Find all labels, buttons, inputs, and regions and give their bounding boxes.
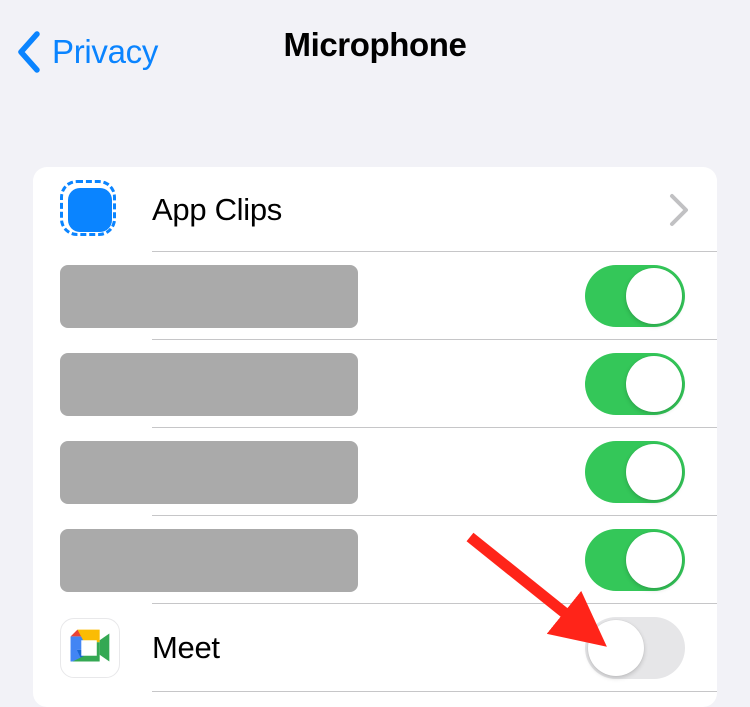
list-item-redacted-1[interactable] xyxy=(33,252,717,340)
toggle-knob xyxy=(626,532,682,588)
app-icon xyxy=(60,618,120,678)
list-item-label: App Clips xyxy=(152,191,282,227)
redacted-block xyxy=(60,528,358,592)
app-icon xyxy=(60,179,120,240)
page-title: Microphone xyxy=(283,26,467,63)
google-meet-icon xyxy=(60,618,120,678)
list-item-redacted-3[interactable] xyxy=(33,428,717,516)
redacted-block xyxy=(60,440,358,504)
redacted-block xyxy=(60,352,358,416)
list-item-meet[interactable]: Meet xyxy=(33,604,717,692)
list-item-redacted-4[interactable] xyxy=(33,516,717,604)
toggle-knob xyxy=(626,268,682,324)
navigation-bar: Privacy Microphone xyxy=(0,0,750,110)
settings-microphone-screen: Privacy Microphone App Clips Meet xyxy=(0,0,750,707)
permission-toggle[interactable] xyxy=(585,441,685,503)
toggle-knob xyxy=(588,620,644,676)
app-clips-icon xyxy=(60,179,120,240)
permission-toggle[interactable] xyxy=(585,353,685,415)
permission-toggle[interactable] xyxy=(585,529,685,591)
redacted-block xyxy=(60,264,358,328)
app-permission-list-card: App Clips Meet xyxy=(33,167,717,707)
app-clips-fill xyxy=(68,187,112,232)
permission-toggle[interactable] xyxy=(585,265,685,327)
row-separator xyxy=(152,691,717,692)
toggle-knob xyxy=(626,444,682,500)
list-item-app-clips[interactable]: App Clips xyxy=(33,167,717,252)
list-item-label: Meet xyxy=(152,630,220,665)
list-item-redacted-2[interactable] xyxy=(33,340,717,428)
toggle-knob xyxy=(626,356,682,412)
chevron-right-icon xyxy=(670,193,688,226)
meet-toggle[interactable] xyxy=(585,617,685,679)
